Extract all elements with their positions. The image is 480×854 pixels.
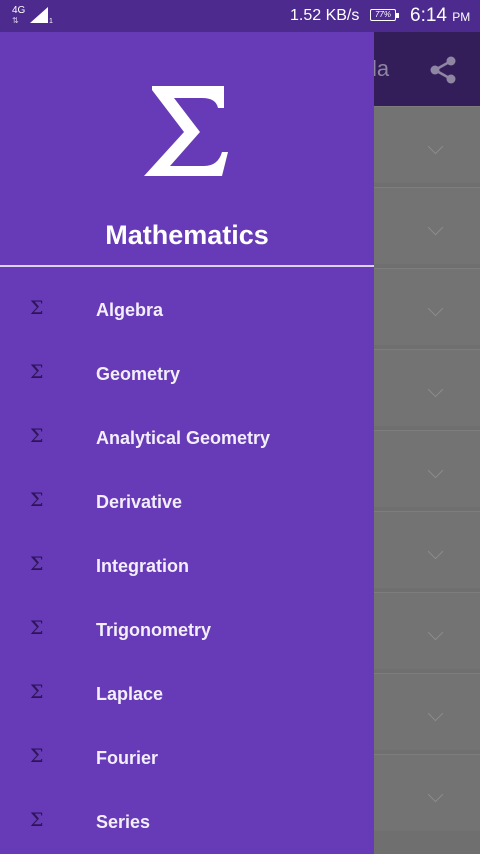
menu-item-integration[interactable]: Σ Integration bbox=[0, 534, 374, 598]
menu-item-label: Fourier bbox=[96, 748, 159, 768]
chevron-down-icon bbox=[427, 381, 444, 398]
chevron-down-icon bbox=[427, 705, 444, 722]
menu-item-geometry[interactable]: Σ Geometry bbox=[0, 342, 374, 406]
menu-item-label: Derivative bbox=[96, 492, 183, 512]
menu-item-series[interactable]: Σ Series bbox=[0, 790, 374, 854]
drawer-divider bbox=[0, 265, 374, 267]
sigma-icon: Σ bbox=[30, 809, 44, 831]
menu-item-analytical-geometry[interactable]: Σ Analytical Geometry bbox=[0, 406, 374, 470]
chevron-down-icon bbox=[427, 543, 444, 560]
menu-item-fourier[interactable]: Σ Fourier bbox=[0, 726, 374, 790]
battery-tip bbox=[396, 13, 399, 18]
sigma-icon: Σ bbox=[30, 489, 44, 511]
sigma-icon: Σ bbox=[30, 745, 44, 767]
clock-time: 6:14 bbox=[410, 5, 447, 26]
chevron-down-icon bbox=[427, 138, 444, 155]
sigma-icon bbox=[144, 86, 228, 176]
menu-item-label: Geometry bbox=[96, 364, 181, 384]
menu-item-label: Laplace bbox=[96, 684, 164, 704]
menu-item-label: Integration bbox=[96, 556, 189, 576]
network-type: 4G bbox=[12, 5, 26, 16]
screen: 4G ⇅ 1 1.52 KB/s 77% 6:14 PM la Mathemat… bbox=[0, 0, 480, 854]
clock: 6:14 PM bbox=[410, 6, 470, 27]
menu-item-trigonometry[interactable]: Σ Trigonometry bbox=[0, 598, 374, 662]
sigma-icon: Σ bbox=[30, 681, 44, 703]
chevron-down-icon bbox=[427, 219, 444, 236]
menu-item-label: Analytical Geometry bbox=[96, 428, 271, 448]
battery-icon: 77% bbox=[370, 9, 396, 21]
menu-item-label: Series bbox=[96, 812, 151, 832]
status-bar: 4G ⇅ 1 1.52 KB/s 77% 6:14 PM bbox=[0, 0, 480, 32]
background-title: la bbox=[372, 56, 390, 81]
clock-ampm: PM bbox=[452, 10, 471, 24]
sigma-icon: Σ bbox=[30, 297, 44, 319]
chevron-down-icon bbox=[427, 786, 444, 803]
data-speed: 1.52 KB/s bbox=[290, 7, 360, 24]
menu-item-label: Trigonometry bbox=[96, 620, 212, 640]
menu-item-derivative[interactable]: Σ Derivative bbox=[0, 470, 374, 534]
chevron-down-icon bbox=[427, 462, 444, 479]
menu-item-algebra[interactable]: Σ Algebra bbox=[0, 278, 374, 342]
chevron-down-icon bbox=[427, 300, 444, 317]
navigation-drawer: Mathematics Σ Algebra Σ Geometry Σ Analy… bbox=[0, 32, 374, 854]
sigma-icon: Σ bbox=[30, 361, 44, 383]
menu-item-laplace[interactable]: Σ Laplace bbox=[0, 662, 374, 726]
sigma-icon: Σ bbox=[30, 425, 44, 447]
drawer-menu: Σ Algebra Σ Geometry Σ Analytical Geomet… bbox=[0, 278, 374, 854]
data-activity-icon: ⇅ bbox=[12, 16, 19, 25]
sim-indicator: 1 bbox=[49, 18, 53, 25]
sigma-icon: Σ bbox=[30, 553, 44, 575]
menu-item-label: Algebra bbox=[96, 300, 164, 320]
share-icon[interactable] bbox=[428, 55, 458, 85]
drawer-title: Mathematics bbox=[105, 220, 269, 250]
signal-icon bbox=[30, 7, 48, 23]
chevron-down-icon bbox=[427, 624, 444, 641]
battery-level: 77% bbox=[374, 10, 391, 19]
sigma-icon: Σ bbox=[30, 617, 44, 639]
